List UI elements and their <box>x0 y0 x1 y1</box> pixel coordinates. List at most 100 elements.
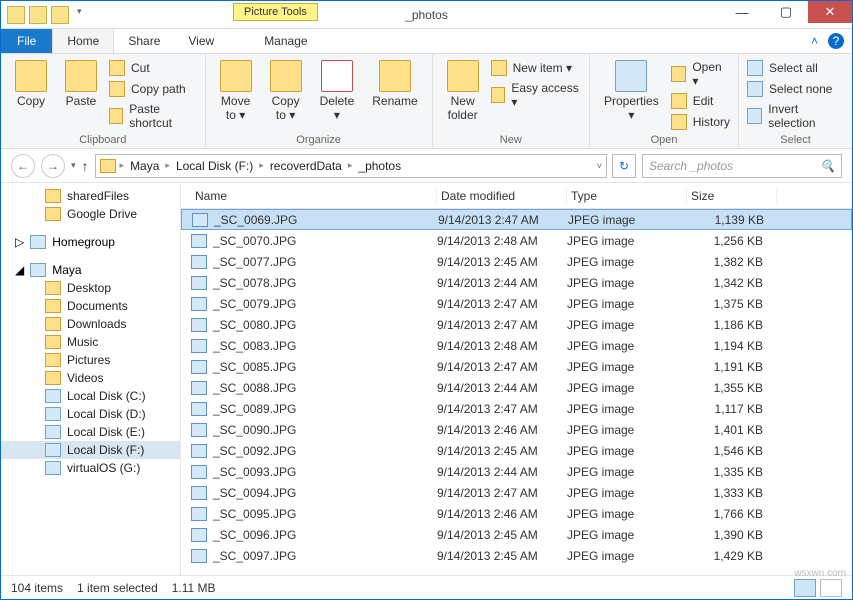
edit-button[interactable]: Edit <box>671 91 730 111</box>
chevron-right-icon[interactable]: ▸ <box>120 160 125 171</box>
cut-button[interactable]: Cut <box>109 58 197 78</box>
details-view-button[interactable] <box>794 579 816 597</box>
tree-item[interactable]: Local Disk (E:) <box>1 423 180 441</box>
view-tab[interactable]: View <box>174 29 228 53</box>
new-folder-button[interactable]: New folder <box>441 58 485 124</box>
share-tab[interactable]: Share <box>114 29 174 53</box>
tree-item[interactable]: Local Disk (D:) <box>1 405 180 423</box>
recent-locations-icon[interactable]: ▾ <box>71 160 76 171</box>
file-row[interactable]: _SC_0070.JPG9/14/2013 2:48 AMJPEG image1… <box>181 230 852 251</box>
breadcrumb-item[interactable]: _photos <box>354 159 405 173</box>
file-row[interactable]: _SC_0097.JPG9/14/2013 2:45 AMJPEG image1… <box>181 545 852 566</box>
tree-item[interactable]: sharedFiles <box>1 187 180 205</box>
close-button[interactable]: ✕ <box>808 1 852 23</box>
qat-icon[interactable] <box>51 6 69 24</box>
file-row[interactable]: _SC_0080.JPG9/14/2013 2:47 AMJPEG image1… <box>181 314 852 335</box>
col-date[interactable]: Date modified <box>437 189 567 203</box>
thumbnails-view-button[interactable] <box>820 579 842 597</box>
file-row[interactable]: _SC_0083.JPG9/14/2013 2:48 AMJPEG image1… <box>181 335 852 356</box>
new-item-button[interactable]: New item ▾ <box>491 58 581 78</box>
file-row[interactable]: _SC_0085.JPG9/14/2013 2:47 AMJPEG image1… <box>181 356 852 377</box>
file-name: _SC_0090.JPG <box>213 423 296 437</box>
tree-item-computer[interactable]: ◢Maya <box>1 259 180 279</box>
copy-to-button[interactable]: Copy to ▾ <box>264 58 308 124</box>
easy-access-button[interactable]: Easy access ▾ <box>491 79 581 111</box>
address-bar[interactable]: ▸ Maya ▸ Local Disk (F:) ▸ recoverdData … <box>95 154 607 178</box>
file-row[interactable]: _SC_0077.JPG9/14/2013 2:45 AMJPEG image1… <box>181 251 852 272</box>
qat-dropdown-icon[interactable]: ▾ <box>73 6 86 24</box>
tree-item[interactable]: Videos <box>1 369 180 387</box>
chevron-right-icon[interactable]: ▸ <box>348 160 353 171</box>
file-date: 9/14/2013 2:47 AM <box>437 318 567 332</box>
file-row[interactable]: _SC_0089.JPG9/14/2013 2:47 AMJPEG image1… <box>181 398 852 419</box>
col-name[interactable]: Name <box>191 189 437 203</box>
invert-selection-button[interactable]: Invert selection <box>747 100 844 132</box>
collapse-icon[interactable]: ◢ <box>15 263 24 277</box>
tree-item[interactable]: Local Disk (F:) <box>1 441 180 459</box>
back-button[interactable]: ← <box>11 154 35 178</box>
file-row[interactable]: _SC_0078.JPG9/14/2013 2:44 AMJPEG image1… <box>181 272 852 293</box>
breadcrumb-item[interactable]: Local Disk (F:) <box>172 159 257 173</box>
tree-item[interactable]: Documents <box>1 297 180 315</box>
navigation-pane[interactable]: sharedFiles Google Drive ▷Homegroup ◢May… <box>1 183 181 575</box>
minimize-ribbon-icon[interactable]: ˄ <box>811 34 818 48</box>
paste-shortcut-button[interactable]: Paste shortcut <box>109 100 197 132</box>
file-row[interactable]: _SC_0096.JPG9/14/2013 2:45 AMJPEG image1… <box>181 524 852 545</box>
address-dropdown-icon[interactable]: ˅ <box>597 161 602 171</box>
selection-size: 1.11 MB <box>172 581 216 595</box>
contextual-tab[interactable]: Picture Tools <box>233 3 318 21</box>
tree-item[interactable]: Desktop <box>1 279 180 297</box>
tree-item[interactable]: Pictures <box>1 351 180 369</box>
col-size[interactable]: Size <box>687 189 777 203</box>
file-row[interactable]: _SC_0088.JPG9/14/2013 2:44 AMJPEG image1… <box>181 377 852 398</box>
tree-item[interactable]: Local Disk (C:) <box>1 387 180 405</box>
help-icon[interactable]: ? <box>828 33 844 49</box>
refresh-button[interactable]: ↻ <box>612 154 636 178</box>
tree-item-homegroup[interactable]: ▷Homegroup <box>1 231 180 251</box>
home-tab[interactable]: Home <box>52 29 114 53</box>
select-none-button[interactable]: Select none <box>747 79 844 99</box>
chevron-right-icon[interactable]: ▸ <box>259 160 264 171</box>
file-size: 1,546 KB <box>687 444 777 458</box>
qat-icon[interactable] <box>29 6 47 24</box>
file-name: _SC_0085.JPG <box>213 360 296 374</box>
copy-path-button[interactable]: Copy path <box>109 79 197 99</box>
file-row[interactable]: _SC_0079.JPG9/14/2013 2:47 AMJPEG image1… <box>181 293 852 314</box>
delete-button[interactable]: Delete ▾ <box>314 58 361 124</box>
select-all-button[interactable]: Select all <box>747 58 844 78</box>
maximize-button[interactable]: ▢ <box>764 1 808 23</box>
move-to-button[interactable]: Move to ▾ <box>214 58 258 124</box>
file-tab[interactable]: File <box>1 29 52 53</box>
breadcrumb-item[interactable]: recoverdData <box>266 159 346 173</box>
tree-item[interactable]: Google Drive <box>1 205 180 223</box>
tree-item[interactable]: virtualOS (G:) <box>1 459 180 477</box>
breadcrumb-item[interactable]: Maya <box>126 159 163 173</box>
expand-icon[interactable]: ▷ <box>15 235 24 249</box>
group-label: Clipboard <box>9 132 197 146</box>
file-row[interactable]: _SC_0090.JPG9/14/2013 2:46 AMJPEG image1… <box>181 419 852 440</box>
minimize-button[interactable]: — <box>720 1 764 23</box>
history-button[interactable]: History <box>671 112 730 132</box>
file-row[interactable]: _SC_0092.JPG9/14/2013 2:45 AMJPEG image1… <box>181 440 852 461</box>
forward-button[interactable]: → <box>41 154 65 178</box>
tree-item[interactable]: Music <box>1 333 180 351</box>
paste-button[interactable]: Paste <box>59 58 103 132</box>
ribbon: Copy Paste Cut Copy path Paste shortcut … <box>1 54 852 149</box>
file-row[interactable]: _SC_0069.JPG9/14/2013 2:47 AMJPEG image1… <box>181 209 852 230</box>
rename-button[interactable]: Rename <box>366 58 423 124</box>
chevron-right-icon[interactable]: ▸ <box>165 160 170 171</box>
file-row[interactable]: _SC_0093.JPG9/14/2013 2:44 AMJPEG image1… <box>181 461 852 482</box>
file-date: 9/14/2013 2:47 AM <box>437 297 567 311</box>
manage-tab[interactable]: Manage <box>250 29 321 53</box>
file-list[interactable]: _SC_0069.JPG9/14/2013 2:47 AMJPEG image1… <box>181 209 852 575</box>
qat-icon[interactable] <box>7 6 25 24</box>
file-row[interactable]: _SC_0094.JPG9/14/2013 2:47 AMJPEG image1… <box>181 482 852 503</box>
properties-button[interactable]: Properties ▾ <box>598 58 665 132</box>
col-type[interactable]: Type <box>567 189 687 203</box>
search-input[interactable]: Search _photos 🔍 <box>642 154 842 178</box>
tree-item[interactable]: Downloads <box>1 315 180 333</box>
file-row[interactable]: _SC_0095.JPG9/14/2013 2:46 AMJPEG image1… <box>181 503 852 524</box>
up-button[interactable]: ↑ <box>82 158 89 174</box>
copy-button[interactable]: Copy <box>9 58 53 132</box>
open-button[interactable]: Open ▾ <box>671 58 730 90</box>
